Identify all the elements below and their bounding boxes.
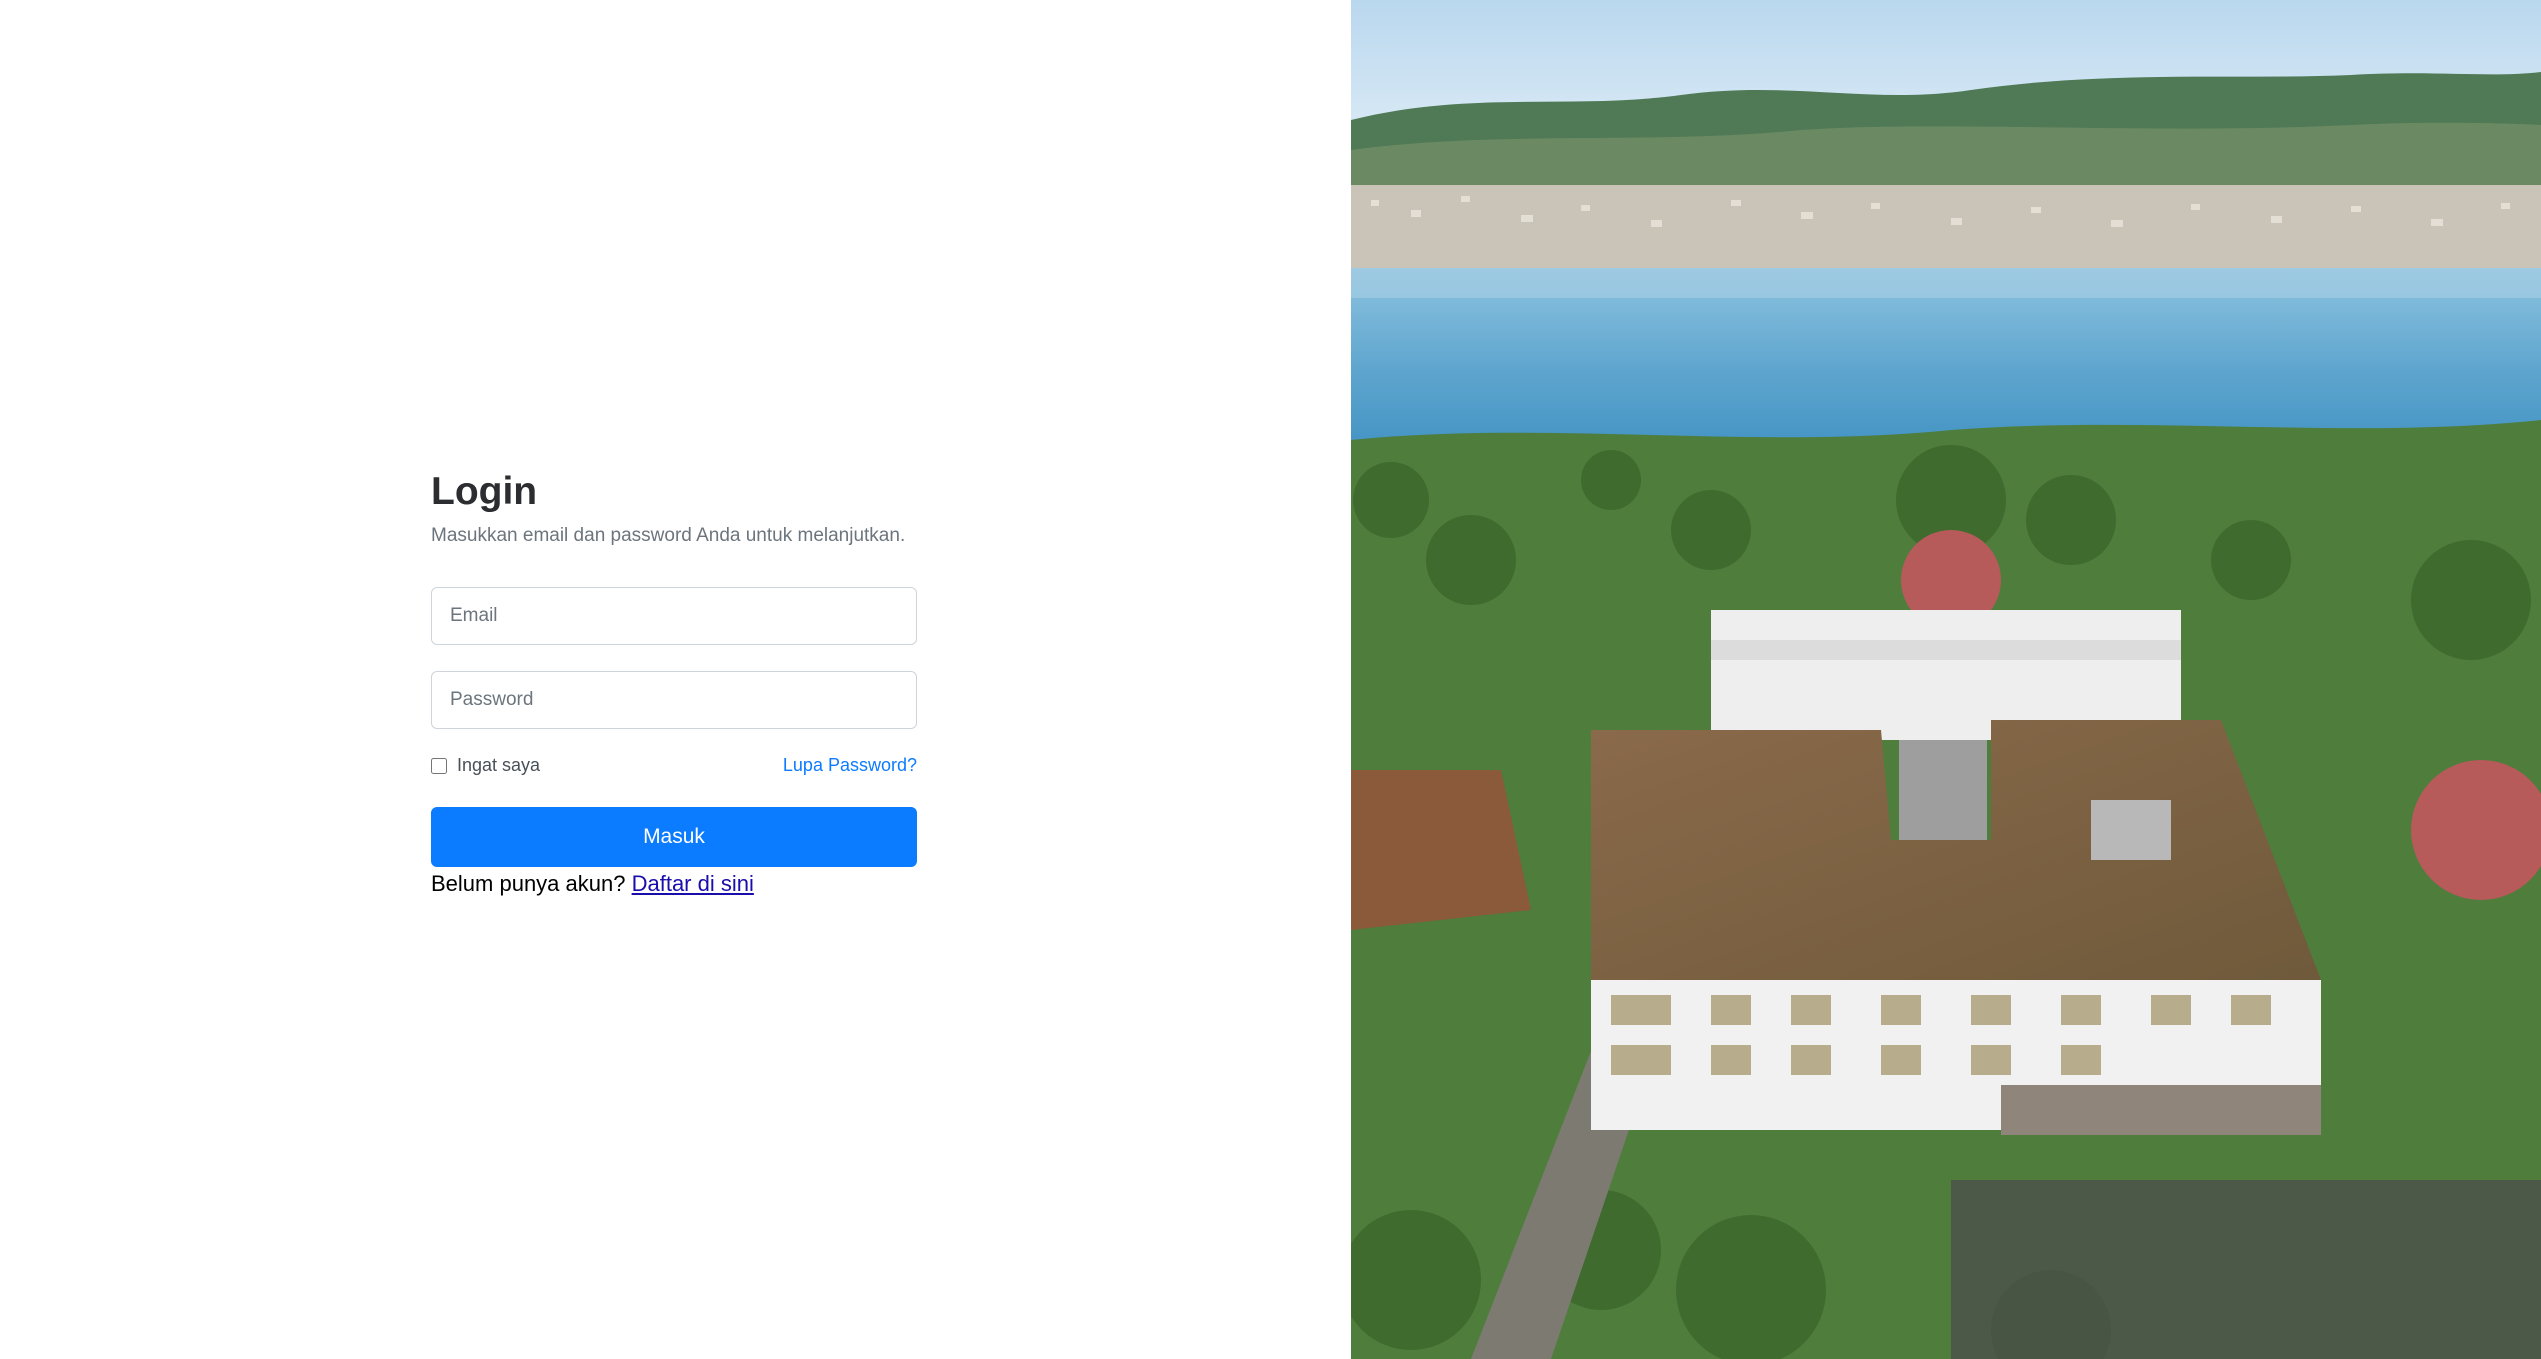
login-subtitle: Masukkan email dan password Anda untuk m… <box>431 524 906 546</box>
signup-prompt: Belum punya akun? Daftar di sini <box>431 871 917 897</box>
aerial-photo <box>1351 0 2541 1359</box>
signup-link[interactable]: Daftar di sini <box>632 871 754 896</box>
remember-me-label: Ingat saya <box>457 755 541 776</box>
hero-image <box>1351 0 2541 1359</box>
signup-prompt-text: Belum punya akun? <box>431 870 626 896</box>
login-page: Login Masukkan email dan password Anda u… <box>0 0 2541 1359</box>
options-row: Ingat saya Lupa Password? <box>431 753 917 779</box>
page-title: Login <box>431 470 538 513</box>
login-button[interactable]: Masuk <box>431 806 917 867</box>
login-form: Login Masukkan email dan password Anda u… <box>431 470 917 897</box>
email-field[interactable] <box>431 586 917 645</box>
forgot-password-link[interactable]: Lupa Password? <box>783 755 917 776</box>
remember-me[interactable]: Ingat saya <box>431 755 540 776</box>
password-field[interactable] <box>431 670 917 729</box>
remember-me-checkbox[interactable] <box>431 757 447 774</box>
login-panel: Login Masukkan email dan password Anda u… <box>0 0 1351 1359</box>
